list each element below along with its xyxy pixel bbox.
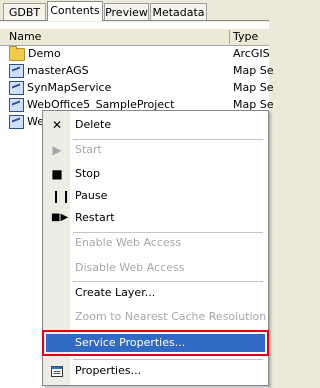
tab-preview[interactable]: Preview [104, 3, 149, 20]
menu-item-enable-web-access[interactable]: Enable Web Access [43, 232, 268, 254]
menu-item-pause[interactable]: ❙❙ Pause [43, 185, 268, 207]
menu-item-label: Create Layer... [75, 286, 156, 299]
stop-icon: ■ [51, 167, 63, 181]
list-item-type: ArcGIS [233, 47, 270, 60]
tab-metadata[interactable]: Metadata [150, 3, 207, 20]
properties-icon [51, 365, 63, 377]
list-item-name: SynMapService [27, 81, 112, 94]
column-header-type[interactable]: Type [233, 29, 258, 45]
column-header: Name Type [0, 28, 269, 46]
delete-x-icon: ✕ [51, 118, 63, 132]
menu-item-label: Service Properties... [75, 336, 186, 349]
menu-item-label: Stop [75, 167, 101, 180]
folder-icon [9, 46, 25, 61]
tab-gdbt[interactable]: GDBT [3, 3, 46, 20]
menu-item-label: Delete [75, 118, 112, 131]
menu-item-label: Properties... [75, 364, 142, 377]
map-service-icon [9, 114, 24, 129]
list-item-type: Map Se [233, 64, 274, 77]
context-menu: ✕ Delete ▶ Start ■ Stop ❙❙ Pause ■▶ Rest… [42, 110, 269, 386]
menu-item-label: Zoom to Nearest Cache Resolution [75, 310, 267, 323]
menu-item-service-properties[interactable]: Service Properties... [42, 330, 269, 356]
map-service-icon [9, 80, 24, 95]
menu-item-label: Enable Web Access [75, 236, 182, 249]
tab-strip: GDBT Contents Preview Metadata [0, 0, 269, 22]
column-header-name[interactable]: Name [9, 29, 41, 45]
menu-item-label: Restart [75, 211, 115, 224]
pause-icon: ❙❙ [51, 189, 72, 203]
menu-item-stop[interactable]: ■ Stop [43, 163, 268, 185]
list-item[interactable]: SynMapService Map Se [0, 79, 273, 96]
column-separator[interactable] [229, 30, 230, 44]
map-service-icon [9, 63, 24, 78]
list-item-name: masterAGS [27, 64, 89, 77]
menu-item-restart[interactable]: ■▶ Restart [43, 207, 268, 229]
list-item-name: Demo [28, 47, 61, 60]
list-item-type: Map Se [233, 81, 274, 94]
menu-item-delete[interactable]: ✕ Delete [43, 114, 268, 136]
list-item[interactable]: masterAGS Map Se [0, 62, 273, 79]
menu-item-label: Start [75, 143, 102, 156]
menu-item-label: Pause [75, 189, 108, 202]
play-icon: ▶ [52, 143, 62, 157]
menu-item-start[interactable]: ▶ Start [43, 139, 268, 161]
restart-icon: ■▶ [51, 212, 69, 223]
menu-item-disable-web-access[interactable]: Disable Web Access [43, 257, 268, 279]
tab-contents[interactable]: Contents [47, 1, 103, 21]
list-item[interactable]: Demo ArcGIS [0, 45, 270, 62]
tab-baseline [0, 20, 269, 21]
map-service-icon [9, 97, 24, 112]
menu-item-create-layer[interactable]: Create Layer... [43, 282, 268, 304]
menu-item-label: Disable Web Access [75, 261, 185, 274]
menu-item-zoom-nearest-cache[interactable]: Zoom to Nearest Cache Resolution [43, 306, 268, 328]
menu-item-properties[interactable]: Properties... [43, 360, 268, 382]
